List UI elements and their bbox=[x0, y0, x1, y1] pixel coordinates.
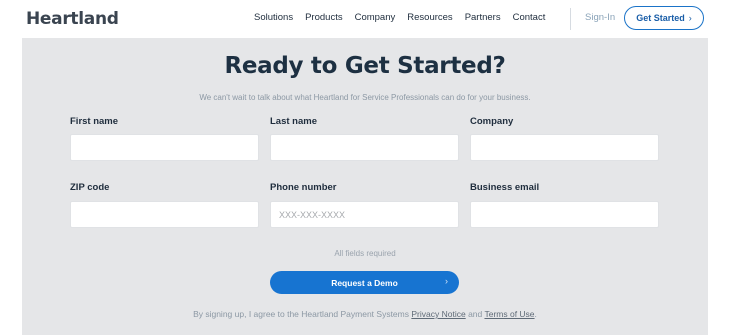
nav-contact[interactable]: Contact bbox=[513, 12, 546, 23]
nav-resources[interactable]: Resources bbox=[407, 12, 452, 23]
nav-partners[interactable]: Partners bbox=[465, 12, 501, 23]
form-title: Ready to Get Started? bbox=[224, 53, 506, 79]
required-note: All fields required bbox=[334, 249, 396, 258]
get-started-button[interactable]: Get Started › bbox=[624, 6, 704, 30]
chevron-right-icon: › bbox=[688, 13, 692, 23]
phone-number-field[interactable] bbox=[270, 201, 459, 228]
header-divider bbox=[570, 8, 571, 30]
first-name-field[interactable] bbox=[70, 134, 259, 161]
consent-and: and bbox=[468, 309, 483, 319]
consent-prefix: By signing up, I agree to the Heartland … bbox=[193, 309, 409, 319]
nav-company[interactable]: Company bbox=[355, 12, 396, 23]
company-field[interactable] bbox=[470, 134, 659, 161]
first-name-label: First name bbox=[70, 116, 119, 127]
form-subtitle: We can't wait to talk about what Heartla… bbox=[199, 93, 531, 102]
consent-suffix: . bbox=[534, 309, 537, 319]
last-name-field[interactable] bbox=[270, 134, 459, 161]
get-started-label: Get Started bbox=[636, 13, 685, 23]
request-demo-label: Request a Demo bbox=[331, 277, 398, 288]
request-demo-button[interactable]: Request a Demo › bbox=[270, 271, 459, 294]
privacy-notice-link[interactable]: Privacy Notice bbox=[411, 309, 465, 319]
nav-solutions[interactable]: Solutions bbox=[254, 12, 293, 23]
consent-text: By signing up, I agree to the Heartland … bbox=[22, 309, 708, 319]
sign-in-link[interactable]: Sign-In bbox=[585, 12, 615, 23]
site-header: Heartland Solutions Products Company Res… bbox=[0, 0, 730, 38]
heartland-logo[interactable]: Heartland bbox=[26, 9, 119, 29]
demo-request-form: Ready to Get Started? We can't wait to t… bbox=[22, 38, 708, 335]
nav-products[interactable]: Products bbox=[305, 12, 343, 23]
terms-of-use-link[interactable]: Terms of Use bbox=[484, 309, 534, 319]
last-name-label: Last name bbox=[270, 116, 317, 127]
zip-code-field[interactable] bbox=[70, 201, 259, 228]
main-nav: Solutions Products Company Resources Par… bbox=[254, 12, 557, 23]
business-email-label: Business email bbox=[470, 182, 540, 193]
zip-code-label: ZIP code bbox=[70, 182, 110, 193]
phone-number-label: Phone number bbox=[270, 182, 337, 193]
company-label: Company bbox=[470, 116, 514, 127]
chevron-right-icon: › bbox=[445, 276, 448, 286]
business-email-field[interactable] bbox=[470, 201, 659, 228]
